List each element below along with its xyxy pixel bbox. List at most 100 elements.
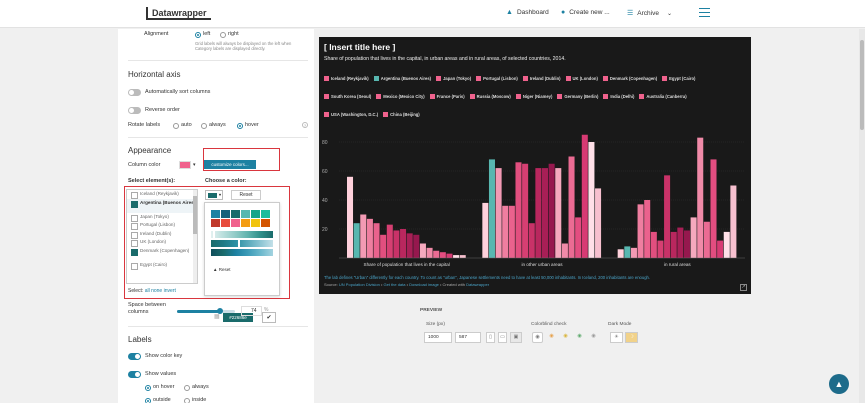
list-item[interactable]: Denmark (Copenhagen)	[127, 246, 197, 261]
chart-bar[interactable]	[495, 168, 502, 258]
chart-bar[interactable]	[482, 202, 489, 258]
chart-bar[interactable]	[353, 223, 360, 258]
color-swatch[interactable]	[221, 210, 230, 218]
chart-bar[interactable]	[488, 159, 495, 258]
gradient-marker[interactable]	[213, 230, 215, 239]
help-chat-icon[interactable]: ▲	[829, 374, 849, 394]
chart-bar[interactable]	[453, 255, 460, 258]
color-gradient-row[interactable]	[211, 249, 273, 256]
datawrapper-logo[interactable]: Datawrapper	[146, 7, 211, 20]
reverse-order-toggle[interactable]	[128, 107, 141, 114]
chart-bar[interactable]	[657, 240, 664, 258]
color-dropdown-icon[interactable]: ▾	[193, 162, 196, 168]
values-always-radio[interactable]	[184, 385, 190, 391]
chart-bar[interactable]	[366, 218, 373, 258]
help-icon[interactable]: ?	[302, 122, 308, 128]
gradient-marker[interactable]	[238, 239, 240, 248]
chart-bar[interactable]	[400, 229, 407, 258]
chart-bar[interactable]	[683, 230, 690, 258]
chart-bar[interactable]	[644, 200, 651, 258]
values-inside-radio[interactable]	[184, 398, 190, 403]
chart-bar[interactable]	[588, 142, 595, 258]
tablet-size-icon[interactable]: ▭	[498, 332, 507, 343]
confirm-color-button[interactable]: ✔	[262, 312, 276, 323]
chart-bar[interactable]	[575, 217, 582, 258]
color-swatch[interactable]	[251, 210, 260, 218]
chart-bar[interactable]	[664, 175, 671, 258]
download-image-link[interactable]: Download image	[409, 282, 439, 287]
chart-bar[interactable]	[637, 204, 644, 258]
chart-bar[interactable]	[522, 163, 529, 258]
align-right-radio[interactable]	[220, 32, 226, 38]
chart-bar[interactable]	[548, 163, 555, 258]
chart-bar[interactable]	[360, 214, 367, 259]
color-swatch[interactable]	[211, 210, 220, 218]
chart-bar[interactable]	[528, 223, 535, 258]
chart-bar[interactable]	[703, 221, 710, 258]
nav-archive[interactable]: ☰ Archive ⌄	[627, 9, 672, 18]
chart-bar[interactable]	[697, 137, 704, 258]
light-mode-icon[interactable]: ☀	[610, 332, 623, 343]
color-gradient-row[interactable]	[211, 240, 273, 247]
colorblind-protanopia-icon[interactable]: ◉	[546, 332, 557, 343]
color-swatch[interactable]	[261, 210, 270, 218]
rotate-auto-radio[interactable]	[173, 123, 179, 129]
height-input[interactable]: 587	[455, 332, 481, 343]
chart-bar[interactable]	[439, 252, 446, 258]
show-values-toggle[interactable]	[128, 371, 141, 378]
color-swatch[interactable]	[211, 219, 220, 227]
page-scroll-thumb[interactable]	[860, 40, 864, 130]
chart-bar[interactable]	[347, 176, 354, 258]
list-item[interactable]: Iceland (Reykjavik)	[127, 190, 197, 199]
show-color-key-toggle[interactable]	[128, 353, 141, 360]
chart-bar[interactable]	[568, 156, 575, 259]
list-item[interactable]: Egypt (Cairo)	[127, 261, 197, 270]
desktop-size-icon[interactable]: ▣	[510, 332, 522, 343]
select-none-link[interactable]: none	[151, 288, 162, 294]
current-color-dropdown[interactable]: ▾	[205, 190, 223, 200]
slider-knob[interactable]	[216, 308, 223, 314]
chart-bar[interactable]	[446, 253, 453, 258]
color-swatch[interactable]	[241, 210, 250, 218]
chart-bar[interactable]	[433, 250, 440, 258]
chart-bar[interactable]	[542, 168, 549, 258]
chart-bar[interactable]	[393, 230, 400, 258]
align-left-radio[interactable]	[195, 32, 201, 38]
colorblind-deuteranopia-icon[interactable]: ◉	[560, 332, 571, 343]
chart-bar[interactable]	[581, 134, 588, 258]
source-link[interactable]: UN Population Division	[339, 282, 380, 287]
list-item[interactable]: Japan (Tokyo)	[127, 213, 197, 222]
chart-bar[interactable]	[677, 227, 684, 258]
chart-bar[interactable]	[426, 247, 433, 258]
colorblind-achromatopsia-icon[interactable]: ◉	[588, 332, 599, 343]
picker-reset-link[interactable]: ▲ Reset	[213, 267, 230, 272]
colorblind-normal-icon[interactable]: ◉	[532, 332, 543, 343]
chart-bar[interactable]	[380, 234, 387, 258]
values-outside-radio[interactable]	[145, 398, 151, 403]
get-data-link[interactable]: Get the data	[383, 282, 405, 287]
hamburger-menu-icon[interactable]	[699, 8, 710, 17]
column-color-swatch[interactable]	[179, 161, 191, 169]
rotate-always-radio[interactable]	[201, 123, 207, 129]
list-scrollbar[interactable]	[193, 190, 197, 283]
chart-bar[interactable]	[419, 243, 426, 259]
width-input[interactable]: 1000	[424, 332, 452, 343]
chart-bar[interactable]	[386, 224, 393, 258]
list-item[interactable]: Ireland (Dublin)	[127, 230, 197, 239]
values-on-hover-radio[interactable]	[145, 385, 151, 391]
chart-bar[interactable]	[617, 249, 624, 258]
element-list[interactable]: Iceland (Reykjavik) Argentina (Buenos Ai…	[126, 189, 198, 284]
chart-bar[interactable]	[508, 205, 515, 258]
space-value-input[interactable]: 74	[241, 306, 262, 316]
color-swatch[interactable]	[251, 219, 260, 227]
rotate-hover-radio[interactable]	[237, 123, 243, 129]
space-slider[interactable]	[177, 308, 235, 314]
nav-create-new[interactable]: ● Create new ...	[561, 9, 610, 16]
chart-bar[interactable]	[650, 231, 657, 258]
customize-colors-button[interactable]: customize colors...	[204, 160, 256, 169]
list-scroll-thumb[interactable]	[193, 196, 197, 234]
chart-bar[interactable]	[535, 168, 542, 258]
select-all-link[interactable]: all	[145, 288, 150, 294]
nav-dashboard[interactable]: ▲ Dashboard	[506, 9, 549, 16]
chart-bar[interactable]	[515, 162, 522, 258]
